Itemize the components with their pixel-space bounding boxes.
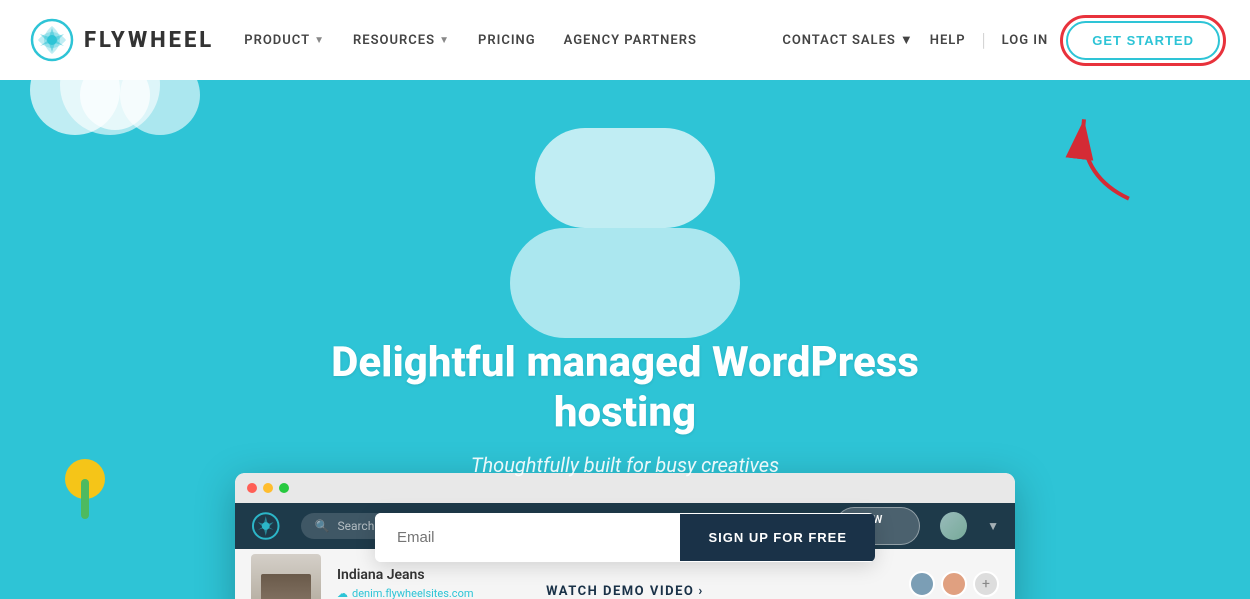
email-input[interactable] [375, 513, 680, 562]
nav-link-agency[interactable]: AGENCY PARTNERS [564, 33, 697, 48]
cloud-decoration-right [510, 228, 740, 338]
nav-item-pricing[interactable]: PRICING [478, 33, 536, 48]
chevron-right-icon: › [698, 584, 703, 599]
sun-stem [81, 479, 89, 519]
signup-button[interactable]: SIGN UP FOR FREE [680, 514, 875, 561]
nav-link-help[interactable]: HELP [930, 33, 966, 48]
nav-links: PRODUCT ▼ RESOURCES ▼ PRICING AGENCY PAR… [244, 33, 697, 48]
nav-link-resources[interactable]: RESOURCES ▼ [353, 33, 450, 48]
navbar-left: FLYWHEEL PRODUCT ▼ RESOURCES ▼ PRICING [30, 18, 697, 62]
nav-link-contact-sales[interactable]: CONTACT SALES ▼ [782, 32, 913, 48]
hero-subtitle: Thoughtfully built for busy creatives [275, 453, 975, 477]
arrow-icon [1029, 98, 1151, 232]
hero-content: Delightful managed WordPress hosting Tho… [275, 338, 975, 599]
nav-item-product[interactable]: PRODUCT ▼ [244, 33, 325, 48]
chevron-down-icon: ▼ [900, 32, 914, 48]
nav-link-product[interactable]: PRODUCT ▼ [244, 33, 325, 48]
chevron-down-icon: ▼ [314, 35, 325, 46]
nav-item-login[interactable]: LOG IN [1002, 33, 1049, 48]
nav-link-pricing[interactable]: PRICING [478, 33, 536, 48]
hero-title: Delightful managed WordPress hosting [275, 338, 975, 439]
browser-close-dot [247, 483, 257, 493]
flywheel-logo-icon [30, 18, 74, 62]
nav-item-contact-sales[interactable]: CONTACT SALES ▼ [782, 32, 913, 48]
nav-item-help[interactable]: HELP [930, 33, 966, 48]
hero-signup-form: SIGN UP FOR FREE [375, 513, 875, 562]
hero-section: Delightful managed WordPress hosting Tho… [0, 80, 1250, 599]
nav-link-login[interactable]: LOG IN [1002, 33, 1049, 48]
logo-area[interactable]: FLYWHEEL [30, 18, 214, 62]
chevron-down-icon: ▼ [439, 35, 450, 46]
user-menu-icon[interactable]: ▼ [987, 519, 999, 533]
navbar-right: CONTACT SALES ▼ HELP | LOG IN GET STARTE… [782, 21, 1220, 60]
sun-decoration [55, 439, 115, 519]
logo-text: FLYWHEEL [84, 28, 214, 53]
navbar: FLYWHEEL PRODUCT ▼ RESOURCES ▼ PRICING [0, 0, 1250, 80]
nav-divider: | [982, 30, 986, 51]
nav-right-links: CONTACT SALES ▼ HELP | LOG IN [782, 30, 1048, 51]
nav-item-agency[interactable]: AGENCY PARTNERS [564, 33, 697, 48]
arrow-annotation [1045, 110, 1135, 224]
add-member-button[interactable]: + [973, 571, 999, 597]
get-started-button[interactable]: GET STARTED [1066, 21, 1220, 60]
nav-item-resources[interactable]: RESOURCES ▼ [353, 33, 450, 48]
cloud-decoration-left [535, 128, 715, 228]
watch-demo-link[interactable]: WATCH DEMO VIDEO › [546, 584, 704, 599]
browser-minimize-dot [263, 483, 273, 493]
